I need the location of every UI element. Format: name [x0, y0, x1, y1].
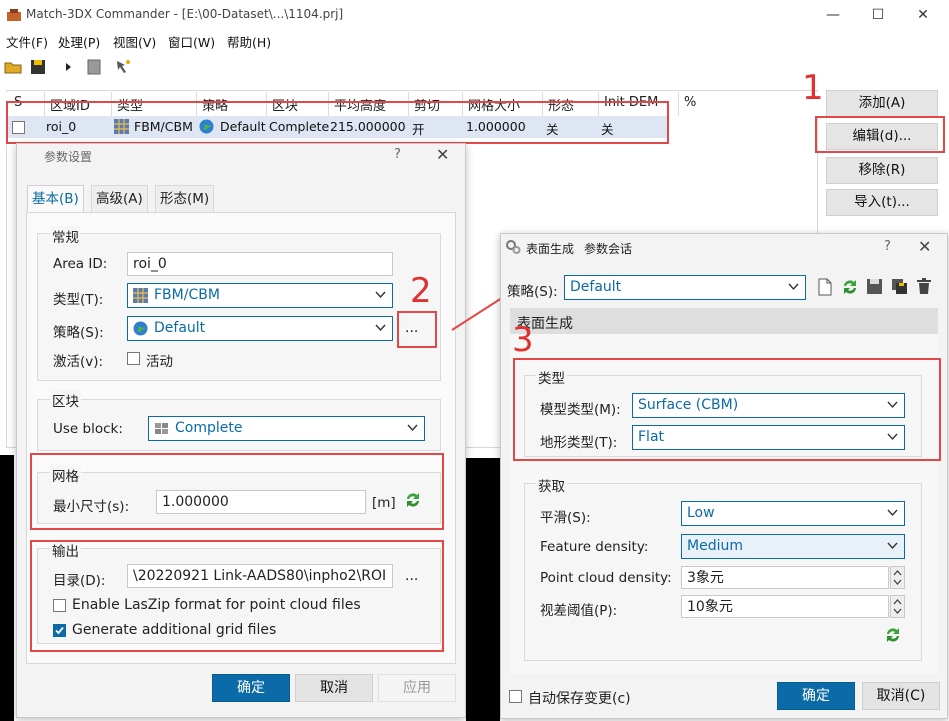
cancel-button[interactable]: 取消	[295, 674, 373, 702]
background-panel	[0, 455, 14, 721]
type-label: 类型(T):	[53, 292, 104, 308]
globe-icon	[133, 321, 148, 336]
section-header	[510, 308, 938, 334]
surface-strategy-label: 策略(S):	[507, 284, 558, 300]
wizard-icon[interactable]	[114, 58, 132, 76]
area-id-label: Area ID:	[53, 256, 108, 272]
chevron-down-icon	[375, 291, 386, 299]
highlight-type-box	[513, 358, 941, 461]
feature-density-value: Medium	[687, 538, 743, 554]
use-block-select[interactable]: Complete	[148, 416, 425, 441]
col-percent[interactable]: %	[684, 95, 696, 110]
feature-density-select[interactable]: Medium	[681, 534, 905, 559]
save-all-icon[interactable]	[891, 278, 908, 295]
apply-button[interactable]: 应用	[378, 674, 456, 702]
stop-icon[interactable]	[85, 58, 103, 76]
active-checkbox[interactable]	[127, 352, 140, 365]
save-icon[interactable]	[866, 278, 883, 295]
fbm-type-icon	[133, 288, 148, 303]
highlight-strategy-more-box	[397, 311, 437, 348]
menu-window[interactable]: 窗口(W)	[168, 32, 215, 51]
smooth-value: Low	[687, 505, 715, 521]
smooth-label: 平滑(S):	[540, 510, 591, 526]
area-id-input[interactable]: roi_0	[127, 252, 393, 276]
highlight-mesh-box	[30, 453, 444, 530]
remove-button[interactable]: 移除(R)	[826, 157, 938, 184]
surface-strategy-select[interactable]: Default	[564, 275, 806, 300]
highlight-edit-box	[815, 116, 945, 153]
feature-density-label: Feature density:	[540, 539, 649, 555]
point-cloud-input[interactable]: 3象元	[681, 566, 889, 589]
chevron-down-icon	[887, 542, 898, 550]
add-button[interactable]: 添加(A)	[826, 90, 938, 117]
menu-help[interactable]: 帮助(H)	[227, 32, 271, 51]
menu-file[interactable]: 文件(F)	[6, 32, 48, 51]
strategy-label: 策略(S):	[53, 325, 104, 341]
active-label: 激活(v):	[53, 354, 104, 370]
app-icon	[6, 7, 22, 23]
dialog-close-button[interactable]: ✕	[436, 145, 449, 164]
open-folder-icon[interactable]	[4, 58, 22, 76]
use-block-value: Complete	[175, 420, 243, 436]
dialog-close-button[interactable]: ✕	[918, 237, 931, 256]
play-icon[interactable]	[60, 58, 78, 76]
save-icon[interactable]	[29, 58, 47, 76]
tab-basic[interactable]: 基本(B)	[27, 185, 84, 213]
parallax-input[interactable]: 10象元	[681, 595, 889, 618]
acquire-group-label: 获取	[536, 475, 567, 495]
surface-dialog-subtitle: 参数会话	[584, 242, 633, 256]
import-button[interactable]: 导入(t)...	[826, 189, 938, 216]
background-panel	[466, 458, 500, 721]
chevron-down-icon	[407, 424, 418, 432]
point-cloud-label: Point cloud density:	[540, 570, 672, 586]
tab-advanced[interactable]: 高级(A)	[91, 185, 148, 213]
parallax-label: 视差阈值(P):	[540, 603, 618, 619]
strategy-select[interactable]: Default	[127, 316, 393, 341]
close-button[interactable]: ✕	[912, 4, 934, 26]
chevron-down-icon	[788, 283, 799, 291]
maximize-button[interactable]: ☐	[867, 4, 889, 26]
help-button[interactable]: ?	[394, 147, 401, 162]
use-block-label: Use block:	[53, 421, 123, 437]
surface-ok-button[interactable]: 确定	[777, 682, 855, 710]
window-title: Match-3DX Commander - [E:\00-Dataset\...…	[26, 7, 344, 21]
type-select[interactable]: FBM/CBM	[127, 283, 393, 308]
blocks-icon	[154, 421, 169, 436]
smooth-select[interactable]: Low	[681, 501, 905, 526]
autosave-checkbox[interactable]	[509, 690, 522, 703]
minimize-button[interactable]: —	[822, 4, 844, 26]
type-select-value: FBM/CBM	[154, 287, 220, 303]
trash-icon[interactable]	[916, 277, 932, 295]
strategy-select-value: Default	[154, 320, 206, 336]
refresh-icon[interactable]	[883, 625, 903, 645]
autosave-label: 自动保存变更(c)	[528, 691, 631, 707]
highlight-output-box	[30, 540, 444, 652]
surface-cancel-button[interactable]: 取消(C)	[862, 682, 940, 710]
chevron-down-icon	[887, 509, 898, 517]
param-dialog-title: 参数设置	[44, 150, 93, 164]
surface-dialog-title: 表面生成	[526, 242, 575, 256]
annotation-1: 1	[802, 68, 824, 108]
col-divider	[678, 92, 679, 116]
new-file-icon[interactable]	[817, 278, 833, 296]
surface-strategy-value: Default	[570, 279, 622, 295]
parallax-stepper[interactable]	[890, 595, 905, 618]
annotation-3: 3	[512, 320, 534, 360]
annotation-2: 2	[410, 271, 432, 311]
general-group-label: 常规	[50, 226, 81, 246]
highlight-row-box	[6, 101, 669, 144]
active-checkbox-label: 活动	[146, 354, 173, 370]
chevron-down-icon	[375, 324, 386, 332]
refresh-icon[interactable]	[840, 277, 860, 297]
point-cloud-stepper[interactable]	[890, 566, 905, 589]
gears-icon	[505, 239, 521, 255]
block-group-label: 区块	[50, 390, 81, 410]
menu-view[interactable]: 视图(V)	[113, 32, 156, 51]
menu-process[interactable]: 处理(P)	[58, 32, 100, 51]
tab-morphology[interactable]: 形态(M)	[155, 185, 215, 213]
ok-button[interactable]: 确定	[212, 674, 290, 702]
help-button[interactable]: ?	[884, 239, 891, 254]
